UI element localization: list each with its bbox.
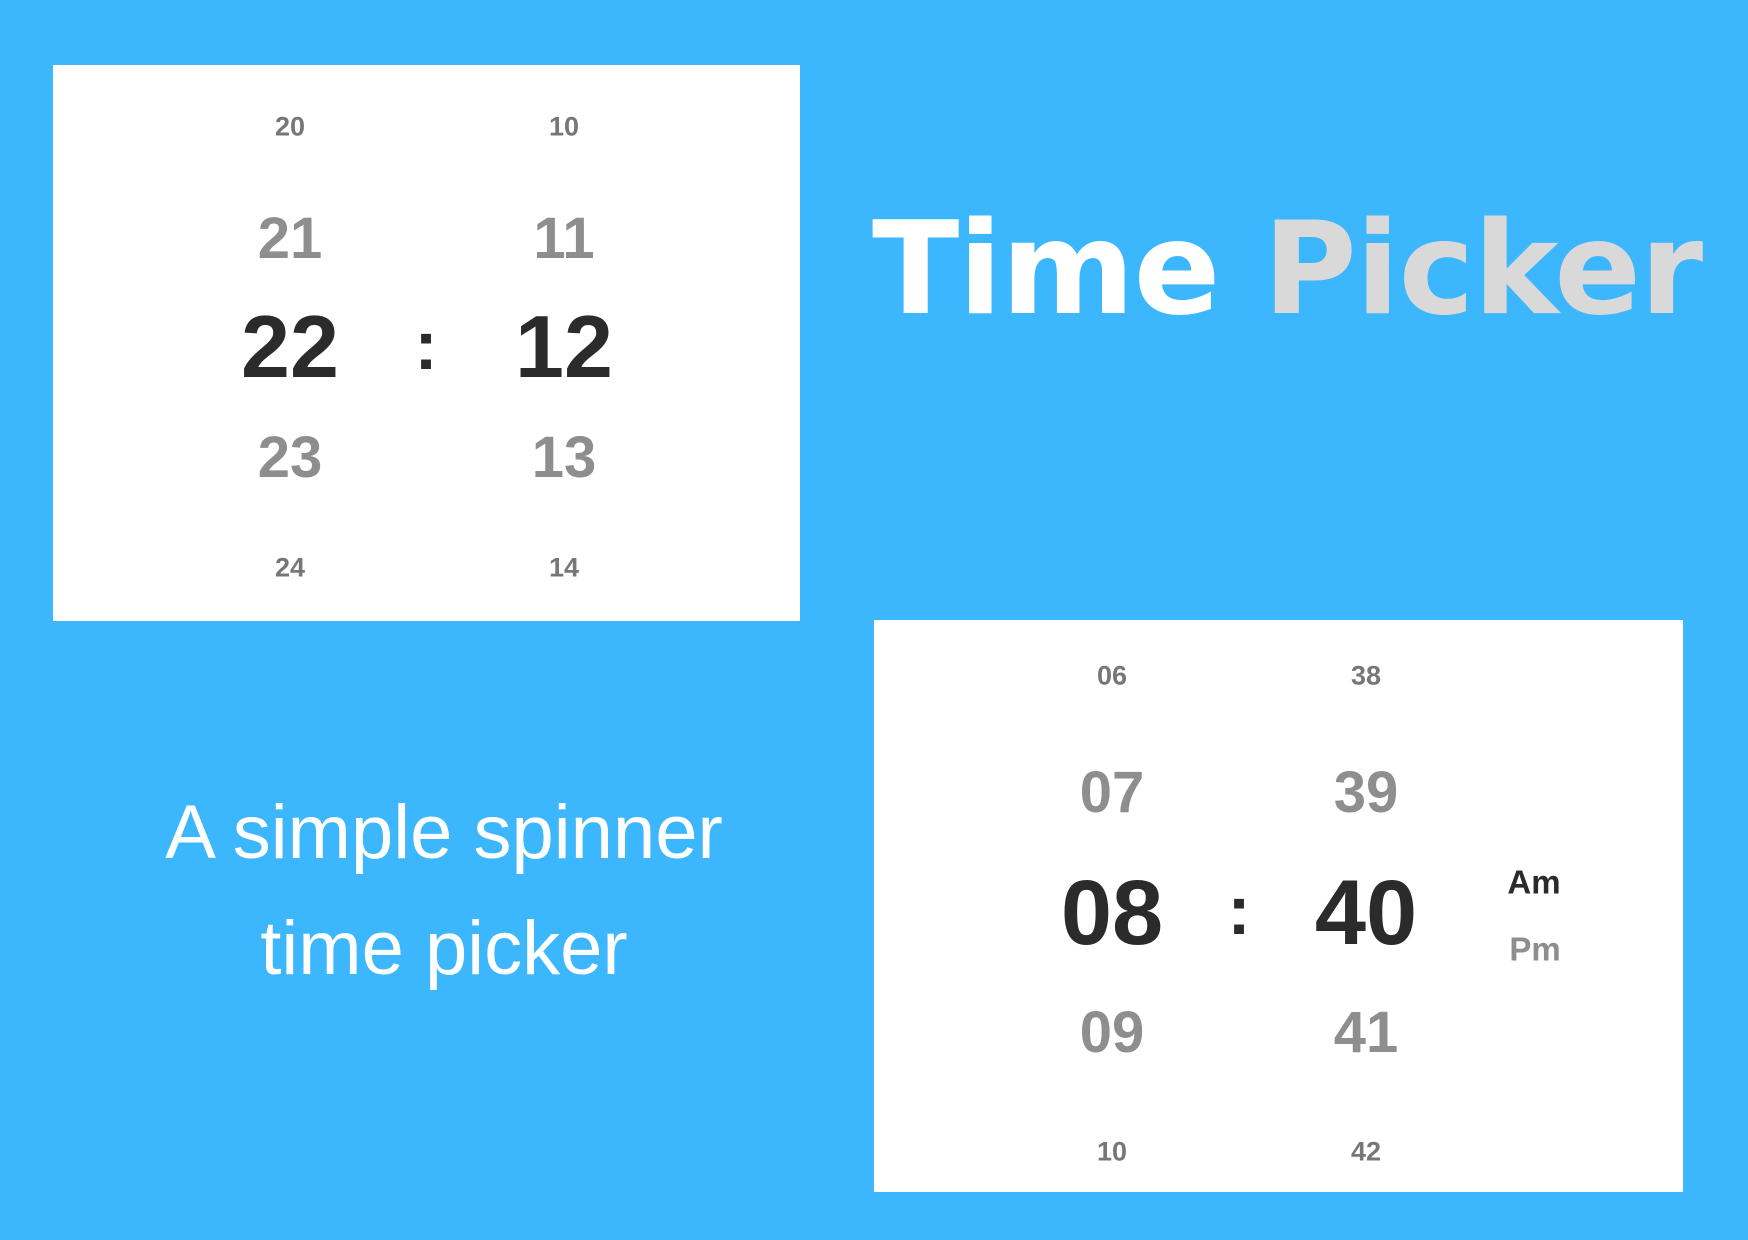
- hour-option[interactable]: 21: [258, 210, 323, 268]
- minute-option[interactable]: 10: [549, 113, 579, 141]
- subtitle-line: A simple spinner: [165, 790, 723, 875]
- minute-selected[interactable]: 12: [515, 303, 613, 391]
- title-word-time: Time: [872, 195, 1220, 344]
- hour-option[interactable]: 23: [258, 429, 323, 487]
- title-word-picker: Picker: [1262, 195, 1703, 344]
- hour-option[interactable]: 24: [275, 554, 305, 582]
- minute-selected[interactable]: 40: [1315, 867, 1417, 959]
- time-separator: :: [414, 306, 438, 384]
- hour-option[interactable]: 07: [1080, 764, 1145, 822]
- subtitle-line: time picker: [260, 906, 628, 991]
- hour-selected[interactable]: 08: [1061, 867, 1163, 959]
- time-picker-24h: 20 21 22 23 24 : 10 11 12 13 14: [53, 65, 800, 621]
- hour-option[interactable]: 20: [275, 113, 305, 141]
- period-am-selected[interactable]: Am: [1507, 866, 1560, 899]
- minute-option[interactable]: 41: [1334, 1004, 1399, 1062]
- period-pm-option[interactable]: Pm: [1509, 933, 1560, 966]
- minute-option[interactable]: 11: [533, 210, 594, 268]
- time-picker-12h: 06 07 08 09 10 : 38 39 40 41 42 Am Pm: [874, 620, 1683, 1192]
- page-title: Time Picker: [872, 199, 1703, 341]
- hour-option[interactable]: 06: [1097, 662, 1127, 690]
- minute-option[interactable]: 42: [1351, 1138, 1381, 1166]
- minute-option[interactable]: 38: [1351, 662, 1381, 690]
- minute-option[interactable]: 13: [532, 429, 597, 487]
- hour-option[interactable]: 09: [1080, 1004, 1145, 1062]
- hour-option[interactable]: 10: [1097, 1138, 1127, 1166]
- minute-option[interactable]: 14: [549, 554, 579, 582]
- hour-selected[interactable]: 22: [241, 303, 339, 391]
- minute-option[interactable]: 39: [1334, 764, 1399, 822]
- time-separator: :: [1227, 871, 1251, 949]
- page-subtitle: A simple spinner time picker: [53, 775, 835, 1007]
